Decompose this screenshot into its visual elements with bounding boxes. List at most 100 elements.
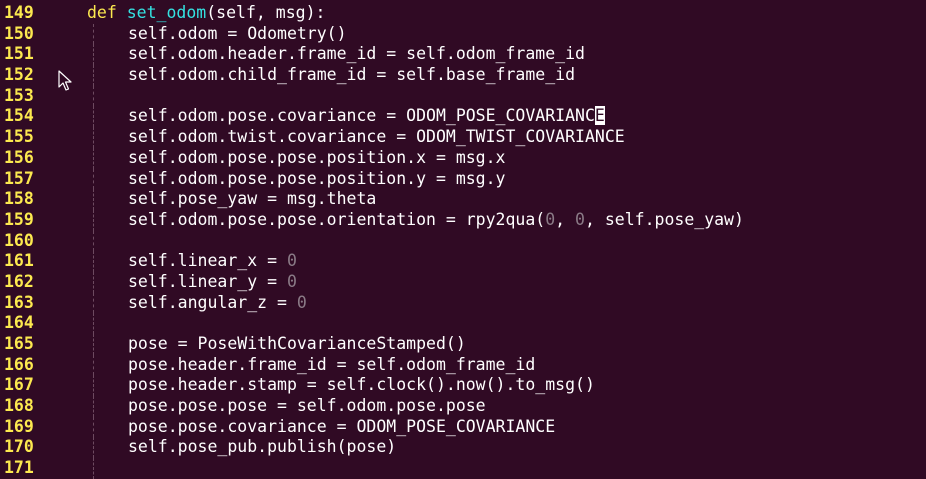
code-token: self.odom.child_frame_id = self.base_fra…	[128, 65, 576, 85]
indent-guide	[93, 230, 94, 252]
number-token: 0	[545, 209, 556, 229]
indent-guide	[93, 292, 94, 314]
line-number: 162	[4, 271, 34, 291]
indent-guide	[93, 334, 94, 355]
keyword-token: def	[87, 3, 117, 22]
number-token: 0	[286, 251, 297, 271]
code-text: pose.header.stamp = self.clock().now().t…	[128, 375, 595, 396]
line-number: 171	[4, 458, 34, 478]
code-text: self.angular_z = 0	[128, 293, 307, 314]
number-token: 0	[575, 209, 585, 229]
line-number: 163	[4, 292, 34, 312]
code-token: self.odom.header.frame_id = self.odom_fr…	[128, 44, 585, 64]
code-line[interactable]: 161 self.linear_x = 0	[0, 251, 926, 272]
code-line[interactable]: 169 pose.pose.covariance = ODOM_POSE_COVA…	[0, 416, 926, 438]
code-token: self.odom.pose.covariance = ODOM_POSE_CO…	[128, 106, 595, 126]
line-number: 168	[4, 396, 34, 416]
code-text: self.odom.child_frame_id = self.base_fra…	[128, 65, 575, 86]
code-line[interactable]: 151 self.odom.header.frame_id = self.odom…	[0, 44, 926, 66]
code-line[interactable]: 155 self.odom.twist.covariance = ODOM_TWI…	[0, 127, 926, 148]
indent-guide	[93, 375, 94, 397]
line-number: 169	[4, 416, 34, 436]
code-line[interactable]: 163 self.angular_z = 0	[0, 292, 926, 314]
indent-guide	[93, 65, 94, 86]
code-text: self.odom = Odometry()	[128, 24, 347, 45]
line-number: 149	[4, 3, 34, 22]
line-number: 165	[4, 334, 34, 353]
indent-guide	[93, 416, 94, 438]
code-editor[interactable]: 149 def set_odom(self, msg): 150 self.odom …	[0, 3, 926, 479]
indent-guide	[93, 44, 94, 66]
line-number: 150	[4, 23, 34, 43]
indent-guide	[93, 354, 94, 376]
line-number: 158	[4, 189, 34, 209]
text-cursor: E	[594, 106, 605, 126]
indent-guide	[93, 251, 94, 272]
code-line[interactable]: 160	[0, 230, 926, 252]
line-number: 156	[4, 147, 34, 167]
code-token: self.pose_yaw = msg.theta	[128, 189, 377, 209]
code-line[interactable]: 152 self.odom.child_frame_id = self.base_…	[0, 65, 926, 86]
line-number: 153	[4, 85, 34, 105]
code-line[interactable]: 166 pose.header.frame_id = self.odom_fram…	[0, 354, 926, 376]
line-number: 152	[4, 65, 34, 85]
code-token: ,	[555, 209, 576, 229]
code-text: self.odom.pose.pose.position.y = msg.y	[128, 169, 506, 190]
code-token: self.odom = Odometry()	[128, 23, 347, 43]
code-text: self.linear_y = 0	[128, 272, 297, 293]
code-token: (self, msg):	[206, 3, 326, 22]
code-text: pose.header.frame_id = self.odom_frame_i…	[128, 355, 535, 376]
code-line[interactable]: 164	[0, 313, 926, 334]
code-token: self.odom.pose.pose.position.x = msg.x	[128, 147, 506, 167]
line-number: 159	[4, 209, 34, 229]
code-text: pose.pose.pose = self.odom.pose.pose	[128, 396, 486, 417]
code-token: pose.pose.pose = self.odom.pose.pose	[128, 396, 486, 416]
code-token: self.linear_y =	[128, 271, 287, 291]
code-text: pose = PoseWithCovarianceStamped()	[128, 334, 466, 355]
code-line[interactable]: 149 def set_odom(self, msg):	[0, 3, 926, 24]
indent-guide	[93, 271, 94, 293]
indent-guide	[93, 189, 94, 210]
code-line[interactable]: 170 self.pose_pub.publish(pose)	[0, 437, 926, 459]
code-text: pose.pose.covariance = ODOM_POSE_COVARIA…	[128, 417, 555, 438]
code-text: def set_odom(self, msg):	[87, 3, 325, 24]
indent-guide	[93, 168, 94, 190]
code-token: self.angular_z =	[128, 292, 297, 312]
code-line[interactable]: 159 self.odom.pose.pose.orientation = rpy…	[0, 209, 926, 231]
line-number: 155	[4, 127, 34, 147]
function-name-token: set_odom	[126, 3, 207, 22]
code-token: self.linear_x =	[128, 251, 287, 271]
number-token: 0	[286, 271, 297, 291]
code-text: self.odom.pose.pose.orientation = rpy2qu…	[128, 210, 744, 231]
indent-guide	[93, 437, 94, 459]
code-text: self.odom.header.frame_id = self.odom_fr…	[128, 44, 585, 65]
indent-guide	[93, 127, 94, 148]
indent-guide	[93, 147, 94, 169]
code-text: self.linear_x = 0	[128, 251, 297, 272]
code-token: , self.pose_yaw)	[584, 209, 744, 229]
code-line[interactable]: 168 pose.pose.pose = self.odom.pose.pose	[0, 396, 926, 417]
line-number: 167	[4, 375, 34, 395]
code-token: self.odom.pose.pose.orientation = rpy2qu…	[128, 209, 546, 229]
indent-guide	[93, 396, 94, 417]
code-line[interactable]: 154 self.odom.pose.covariance = ODOM_POSE…	[0, 106, 926, 128]
code-token: self.odom.pose.pose.position.y = msg.y	[128, 168, 506, 188]
code-line[interactable]: 162 self.linear_y = 0	[0, 271, 926, 293]
code-line[interactable]: 153	[0, 85, 926, 107]
code-line[interactable]: 165 pose = PoseWithCovarianceStamped()	[0, 334, 926, 355]
code-line[interactable]: 157 self.odom.pose.pose.position.y = msg.…	[0, 168, 926, 190]
code-line[interactable]: 158 self.pose_yaw = msg.theta	[0, 189, 926, 210]
indent-guide	[93, 85, 94, 107]
code-line[interactable]: 171	[0, 458, 926, 479]
indent-guide	[93, 313, 94, 334]
code-token: pose.header.stamp = self.clock().now().t…	[128, 375, 595, 395]
line-number: 154	[4, 106, 34, 126]
code-line[interactable]: 167 pose.header.stamp = self.clock().now(…	[0, 375, 926, 397]
code-line[interactable]: 156 self.odom.pose.pose.position.x = msg.…	[0, 147, 926, 169]
line-number: 161	[4, 251, 34, 271]
code-text: self.odom.pose.pose.position.x = msg.x	[128, 148, 506, 169]
code-token: self.odom.twist.covariance = ODOM_TWIST_…	[128, 127, 625, 147]
indent-guide	[93, 23, 94, 45]
code-line[interactable]: 150 self.odom = Odometry()	[0, 23, 926, 45]
